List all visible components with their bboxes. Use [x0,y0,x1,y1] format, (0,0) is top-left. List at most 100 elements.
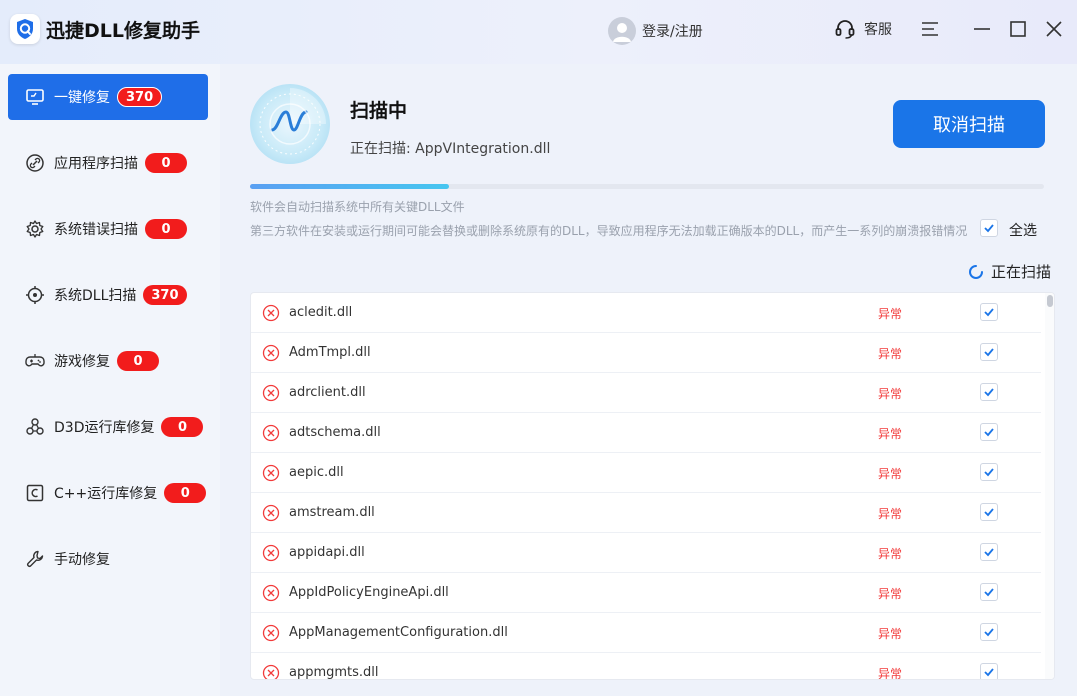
sidebar-item-label: D3D运行库修复 [54,420,155,436]
support-label: 客服 [864,22,892,38]
select-all-label: 全选 [1009,223,1037,239]
sidebar-item-manual-repair[interactable]: 手动修复 [8,536,208,582]
file-checkbox[interactable] [980,303,998,321]
file-row[interactable]: adtschema.dll 异常 [251,413,1041,453]
sidebar-item-system-dll-scan[interactable]: 系统DLL扫描 370 [8,272,208,318]
checkmark-icon [984,548,994,557]
sidebar-item-app-scan[interactable]: 应用程序扫描 0 [8,140,208,186]
target-icon [26,286,44,304]
file-checkbox[interactable] [980,623,998,641]
checkmark-icon [984,628,994,637]
file-checkbox[interactable] [980,583,998,601]
file-name: AppIdPolicyEngineApi.dll [289,585,449,600]
file-status: 异常 [878,667,903,680]
minimize-button[interactable] [971,18,993,40]
file-row[interactable]: AppIdPolicyEngineApi.dll 异常 [251,573,1041,613]
count-badge: 0 [161,417,204,437]
scanning-label: 正在扫描 [991,263,1052,281]
login-button[interactable]: 登录/注册 [608,16,703,46]
checkmark-icon [984,508,994,517]
scan-warning-text: 第三方软件在安装或运行期间可能会替换或删除系统原有的DLL，导致应用程序无法加载… [250,224,968,238]
file-status: 异常 [878,547,903,561]
file-row[interactable]: aepic.dll 异常 [251,453,1041,493]
gamepad-icon [25,354,45,367]
cancel-scan-button[interactable]: 取消扫描 [893,100,1045,148]
file-checkbox[interactable] [980,463,998,481]
sidebar-item-game-repair[interactable]: 游戏修复 0 [8,338,208,384]
error-x-icon [262,424,280,442]
file-status: 异常 [878,387,903,401]
scan-description: 软件会自动扫描系统中所有关键DLL文件 [250,200,465,214]
count-badge: 0 [164,483,207,503]
file-checkbox[interactable] [980,663,998,679]
c-box-icon [26,484,44,502]
select-all-checkbox[interactable] [980,219,998,237]
file-checkbox[interactable] [980,503,998,521]
support-button[interactable]: 客服 [834,18,892,40]
file-row[interactable]: appmgmts.dll 异常 [251,653,1041,680]
error-x-icon [262,544,280,562]
sidebar-item-d3d-repair[interactable]: D3D运行库修复 0 [8,404,208,450]
sidebar-item-system-error-scan[interactable]: 系统错误扫描 0 [8,206,208,252]
checkmark-icon [984,428,994,437]
close-button[interactable] [1043,18,1065,40]
scan-progress-bar [250,184,1044,189]
sidebar-item-label: 系统错误扫描 [54,222,138,238]
sidebar-item-cpp-repair[interactable]: C++运行库修复 0 [8,470,208,516]
menu-icon [922,22,938,36]
menu-button[interactable] [919,18,941,40]
count-badge: 0 [117,351,159,371]
sidebar-item-label: 游戏修复 [54,354,110,370]
headset-icon [835,20,855,39]
file-name: acledit.dll [289,305,353,320]
file-name: adtschema.dll [289,425,381,440]
file-checkbox[interactable] [980,423,998,441]
error-x-icon [262,584,280,602]
error-x-icon [262,504,280,522]
maximize-button[interactable] [1007,18,1029,40]
file-row[interactable]: appidapi.dll 异常 [251,533,1041,573]
file-name: AppManagementConfiguration.dll [289,625,508,640]
file-name: AdmTmpl.dll [289,345,371,360]
file-name: aepic.dll [289,465,344,480]
file-checkbox[interactable] [980,343,998,361]
scan-title: 扫描中 [350,100,408,122]
file-row[interactable]: AppManagementConfiguration.dll 异常 [251,613,1041,653]
file-row[interactable]: adrclient.dll 异常 [251,373,1041,413]
file-name: amstream.dll [289,505,375,520]
file-checkbox[interactable] [980,383,998,401]
close-icon [1046,21,1062,37]
avatar-icon [608,17,636,45]
checkmark-icon [984,308,994,317]
app-title: 迅捷DLL修复助手 [46,20,200,42]
dll-file-list: acledit.dll 异常 AdmTmpl.dll 异常 adrclient.dll 异… [250,292,1055,680]
checkmark-icon [984,224,994,233]
checkmark-icon [984,388,994,397]
error-x-icon [262,304,280,322]
scan-progress-fill [250,184,449,189]
file-row[interactable]: AdmTmpl.dll 异常 [251,333,1041,373]
checkmark-icon [984,468,994,477]
scroll-thumb[interactable] [1047,295,1053,307]
error-x-icon [262,344,280,362]
error-x-icon [262,464,280,482]
error-x-icon [262,624,280,642]
file-status: 异常 [878,347,903,361]
sidebar-item-label: 一键修复 [54,90,110,106]
error-x-icon [262,664,280,679]
count-badge: 0 [145,219,187,239]
sidebar-item-label: 应用程序扫描 [54,156,138,172]
count-badge: 370 [117,87,163,107]
wrench-icon [27,550,44,567]
file-status: 异常 [878,467,903,481]
sidebar-item-one-click-repair[interactable]: 一键修复 370 [8,74,208,120]
file-checkbox[interactable] [980,543,998,561]
count-badge: 370 [143,285,187,305]
file-name: adrclient.dll [289,385,366,400]
file-status: 异常 [878,427,903,441]
list-scrollbar[interactable] [1045,293,1054,679]
file-row[interactable]: acledit.dll 异常 [251,293,1041,333]
file-row[interactable]: amstream.dll 异常 [251,493,1041,533]
minimize-icon [974,28,990,30]
link-icon [26,154,44,172]
